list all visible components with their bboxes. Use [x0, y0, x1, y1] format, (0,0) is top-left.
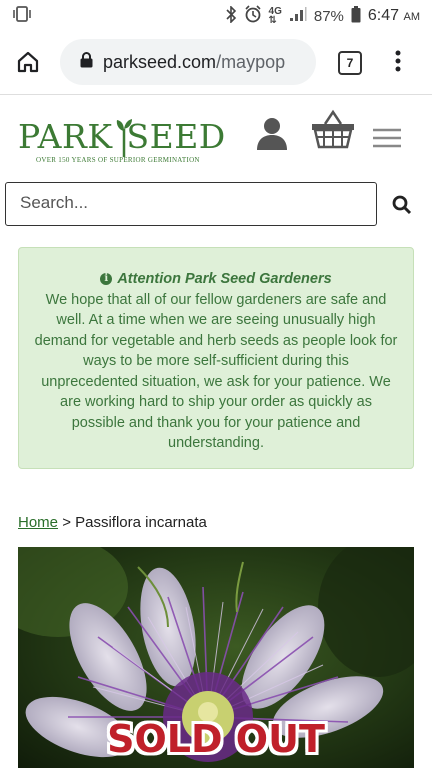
logo-tagline: OVER 150 YEARS OF SUPERIOR GERMINATION	[36, 156, 200, 164]
more-menu-icon[interactable]	[395, 49, 401, 78]
alarm-icon	[244, 5, 262, 27]
notice-title-row: i Attention Park Seed Gardeners	[100, 269, 332, 290]
url-text: parkseed.com/maypop	[103, 52, 303, 73]
battery-icon	[351, 5, 361, 27]
address-bar[interactable]: parkseed.com/maypop	[60, 39, 316, 85]
breadcrumb-current: Passiflora incarnata	[75, 514, 207, 531]
clock-ampm: AM	[403, 11, 421, 23]
clock: 6:47 AM	[368, 7, 420, 25]
site-header: PARK SEED OVER 150 YEARS OF SUPERIOR GERM…	[0, 95, 432, 180]
network-type: 4G	[268, 6, 282, 17]
bluetooth-icon	[225, 4, 237, 27]
search-icon[interactable]	[392, 195, 412, 220]
signal-icon	[289, 6, 307, 26]
tab-switcher-button[interactable]: 7	[338, 51, 362, 75]
battery-percent: 87%	[313, 7, 344, 25]
breadcrumb: Home > Passiflora incarnata	[18, 514, 207, 531]
logo-word-left: PARK	[18, 117, 113, 156]
logo-word-right: SEED	[126, 117, 226, 156]
search-input[interactable]	[6, 183, 360, 223]
network-4g-icon: 4G ⇅	[268, 6, 282, 26]
park-seed-logo[interactable]: PARK SEED OVER 150 YEARS OF SUPERIOR GERM…	[18, 117, 228, 167]
home-icon[interactable]	[16, 50, 40, 79]
clock-time: 6:47	[367, 7, 400, 24]
status-bar: 4G ⇅ 87% 6:47 AM	[0, 0, 432, 30]
notice-title: Attention Park Seed Gardeners	[117, 271, 332, 287]
breadcrumb-home-link[interactable]: Home	[18, 514, 58, 531]
url-host: parkseed.com	[103, 51, 217, 72]
url-path: /maypop	[216, 51, 286, 72]
account-icon[interactable]	[256, 117, 288, 156]
notice-body: We hope that all of our fellow gardeners…	[34, 291, 398, 452]
vibrate-icon	[12, 6, 32, 26]
breadcrumb-separator: >	[62, 514, 71, 531]
product-image[interactable]: SOLD OUT	[18, 547, 414, 768]
browser-toolbar: parkseed.com/maypop 7	[0, 30, 432, 95]
basket-cart-icon[interactable]	[311, 109, 355, 154]
search-box	[5, 182, 377, 226]
info-icon: i	[100, 273, 113, 286]
covid-notice-alert: i Attention Park Seed Gardeners We hope …	[18, 247, 414, 469]
sold-out-badge: SOLD OUT	[107, 717, 325, 761]
lock-icon	[80, 51, 93, 73]
hamburger-menu-icon[interactable]	[373, 128, 401, 153]
